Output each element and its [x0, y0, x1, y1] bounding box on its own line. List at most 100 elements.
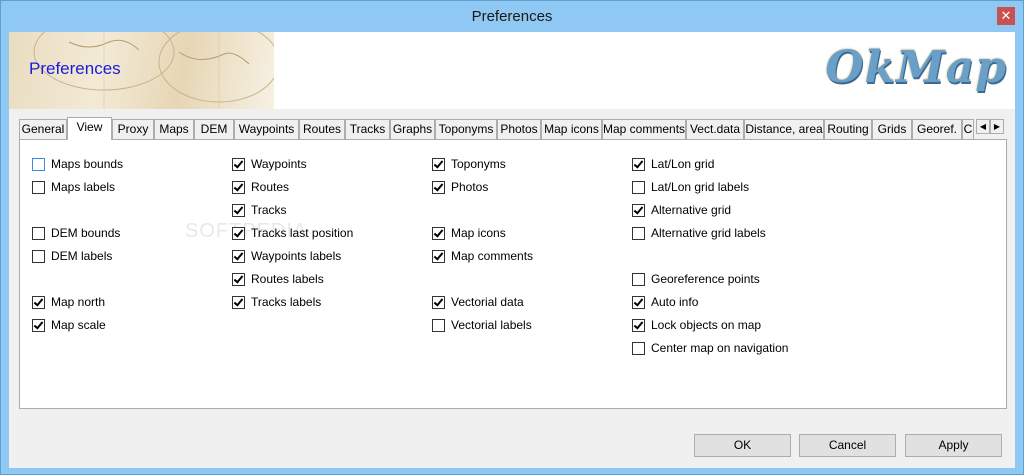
checkbox-label: DEM labels	[51, 249, 113, 263]
checkbox-box[interactable]	[32, 226, 45, 240]
checkbox-box[interactable]	[232, 295, 245, 309]
checkbox-waypoints-labels[interactable]: Waypoints labels	[232, 248, 341, 264]
checkbox-label: Map scale	[51, 318, 106, 332]
checkbox-maps-bounds[interactable]: Maps bounds	[32, 156, 123, 172]
checkbox-box[interactable]	[32, 180, 45, 194]
checkbox-box[interactable]	[432, 226, 445, 240]
checkbox-label: Waypoints labels	[251, 249, 342, 263]
preferences-window: Preferences ✕ Preferences OkMap General …	[0, 0, 1024, 475]
checkbox-map-north[interactable]: Map north	[32, 294, 105, 310]
checkbox-box[interactable]	[432, 249, 445, 263]
checkbox-box[interactable]	[632, 180, 645, 194]
checkbox-box[interactable]	[232, 203, 245, 217]
tab-distance-area[interactable]: Distance, area	[744, 119, 824, 139]
checkbox-box[interactable]	[632, 226, 645, 240]
ok-button[interactable]: OK	[694, 434, 791, 457]
tab-scroll-left-icon[interactable]: ◀	[976, 119, 990, 134]
checkbox-label: Toponyms	[451, 157, 506, 171]
tab-georef[interactable]: Georef.	[912, 119, 962, 139]
tab-tracks[interactable]: Tracks	[345, 119, 390, 139]
checkbox-center-map[interactable]: Center map on navigation	[632, 340, 788, 356]
checkbox-label: DEM bounds	[51, 226, 121, 240]
apply-button[interactable]: Apply	[905, 434, 1002, 457]
checkbox-box[interactable]	[32, 249, 45, 263]
checkbox-box[interactable]	[32, 318, 45, 332]
tab-dem[interactable]: DEM	[194, 119, 234, 139]
checkbox-label: Map icons	[451, 226, 506, 240]
checkbox-label: Georeference points	[651, 272, 760, 286]
checkbox-tracks[interactable]: Tracks	[232, 202, 287, 218]
tab-truncated[interactable]: C	[962, 119, 974, 139]
checkbox-box[interactable]	[632, 295, 645, 309]
checkbox-alternative-grid[interactable]: Alternative grid	[632, 202, 731, 218]
checkbox-map-scale[interactable]: Map scale	[32, 317, 106, 333]
tab-map-icons[interactable]: Map icons	[541, 119, 602, 139]
checkbox-box[interactable]	[632, 272, 645, 286]
tab-waypoints[interactable]: Waypoints	[234, 119, 299, 139]
checkbox-box[interactable]	[432, 318, 445, 332]
checkbox-map-icons[interactable]: Map icons	[432, 225, 506, 241]
checkbox-auto-info[interactable]: Auto info	[632, 294, 698, 310]
checkbox-box[interactable]	[632, 341, 645, 355]
checkbox-routes[interactable]: Routes	[232, 179, 289, 195]
checkbox-label: Alternative grid labels	[651, 226, 766, 240]
checkbox-tracks-labels[interactable]: Tracks labels	[232, 294, 321, 310]
checkbox-box[interactable]	[232, 272, 245, 286]
checkbox-waypoints[interactable]: Waypoints	[232, 156, 307, 172]
checkbox-tracks-last-position[interactable]: Tracks last position	[232, 225, 353, 241]
checkbox-toponyms[interactable]: Toponyms	[432, 156, 506, 172]
tab-general[interactable]: General	[19, 119, 67, 139]
checkbox-label: Vectorial data	[451, 295, 524, 309]
tab-vect-data[interactable]: Vect.data	[686, 119, 744, 139]
checkbox-dem-labels[interactable]: DEM labels	[32, 248, 112, 264]
checkbox-box[interactable]	[632, 203, 645, 217]
checkbox-georeference-points[interactable]: Georeference points	[632, 271, 760, 287]
checkbox-vectorial-labels[interactable]: Vectorial labels	[432, 317, 532, 333]
checkbox-dem-bounds[interactable]: DEM bounds	[32, 225, 120, 241]
tab-routes[interactable]: Routes	[299, 119, 345, 139]
checkbox-box[interactable]	[32, 295, 45, 309]
checkbox-box[interactable]	[232, 157, 245, 171]
checkbox-box[interactable]	[432, 180, 445, 194]
checkbox-box[interactable]	[232, 226, 245, 240]
tab-toponyms[interactable]: Toponyms	[435, 119, 497, 139]
cancel-button[interactable]: Cancel	[799, 434, 896, 457]
tab-graphs[interactable]: Graphs	[390, 119, 435, 139]
checkbox-label: Maps labels	[51, 180, 116, 194]
tab-map-comments[interactable]: Map comments	[602, 119, 686, 139]
checkbox-label: Maps bounds	[51, 157, 124, 171]
tab-proxy[interactable]: Proxy	[112, 119, 154, 139]
checkbox-box[interactable]	[232, 180, 245, 194]
checkbox-alternative-grid-labels[interactable]: Alternative grid labels	[632, 225, 766, 241]
tab-strip: General View Proxy Maps DEM Waypoints Ro…	[19, 117, 1009, 140]
world-map-image: Preferences	[9, 32, 274, 109]
checkbox-label: Routes	[251, 180, 290, 194]
checkbox-map-comments[interactable]: Map comments	[432, 248, 533, 264]
checkbox-box[interactable]	[432, 295, 445, 309]
tab-routing[interactable]: Routing	[824, 119, 872, 139]
tab-grids[interactable]: Grids	[872, 119, 912, 139]
tab-maps[interactable]: Maps	[154, 119, 194, 139]
checkbox-box[interactable]	[32, 157, 45, 171]
tab-photos[interactable]: Photos	[497, 119, 541, 139]
checkbox-label: Center map on navigation	[651, 341, 789, 355]
checkbox-box[interactable]	[632, 318, 645, 332]
close-icon[interactable]: ✕	[997, 7, 1015, 25]
checkbox-label: Lat/Lon grid labels	[651, 180, 750, 194]
checkbox-latlon-grid[interactable]: Lat/Lon grid	[632, 156, 714, 172]
checkbox-maps-labels[interactable]: Maps labels	[32, 179, 115, 195]
checkbox-routes-labels[interactable]: Routes labels	[232, 271, 324, 287]
tab-view[interactable]: View	[67, 117, 112, 140]
checkbox-box[interactable]	[632, 157, 645, 171]
checkbox-latlon-grid-labels[interactable]: Lat/Lon grid labels	[632, 179, 749, 195]
checkbox-box[interactable]	[232, 249, 245, 263]
tab-scroll-right-icon[interactable]: ▶	[990, 119, 1004, 134]
title-bar[interactable]: Preferences ✕	[1, 1, 1023, 32]
checkbox-label: Alternative grid	[651, 203, 732, 217]
checkbox-box[interactable]	[432, 157, 445, 171]
checkbox-vectorial-data[interactable]: Vectorial data	[432, 294, 524, 310]
checkbox-photos[interactable]: Photos	[432, 179, 488, 195]
checkbox-lock-objects[interactable]: Lock objects on map	[632, 317, 761, 333]
checkbox-label: Routes labels	[251, 272, 324, 286]
checkbox-label: Vectorial labels	[451, 318, 532, 332]
